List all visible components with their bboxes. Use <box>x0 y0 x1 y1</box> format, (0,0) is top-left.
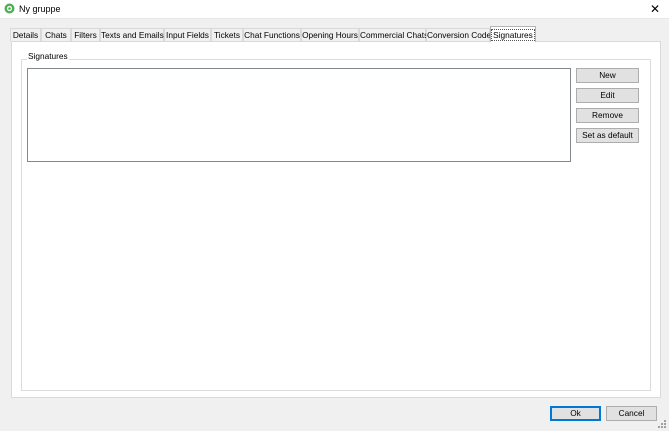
tab-chat-functions[interactable]: Chat Functions <box>243 28 301 41</box>
new-signature-button[interactable]: New <box>576 68 639 83</box>
dialog-window: Ny gruppe ✕ Details Chats Filters Texts … <box>0 0 669 431</box>
window-title: Ny gruppe <box>19 4 61 14</box>
title-bar[interactable]: Ny gruppe ✕ <box>0 0 669 19</box>
ok-button[interactable]: Ok <box>550 406 601 421</box>
cancel-button[interactable]: Cancel <box>606 406 657 421</box>
tab-details[interactable]: Details <box>10 28 41 41</box>
app-logo-icon <box>4 3 15 14</box>
tab-commercial-chats[interactable]: Commercial Chats <box>359 28 428 41</box>
close-button[interactable]: ✕ <box>641 0 669 18</box>
close-icon: ✕ <box>649 2 661 16</box>
tab-chats[interactable]: Chats <box>41 28 71 41</box>
tab-texts-and-emails[interactable]: Texts and Emails <box>100 28 164 41</box>
remove-signature-button[interactable]: Remove <box>576 108 639 123</box>
signatures-listbox[interactable] <box>27 68 571 162</box>
tab-opening-hours[interactable]: Opening Hours <box>301 28 359 41</box>
resize-grip-icon[interactable] <box>657 419 667 429</box>
set-as-default-button[interactable]: Set as default <box>576 128 639 143</box>
signatures-group-label: Signatures <box>27 50 69 62</box>
tab-filters[interactable]: Filters <box>71 28 100 41</box>
tab-input-fields[interactable]: Input Fields <box>164 28 211 41</box>
edit-signature-button[interactable]: Edit <box>576 88 639 103</box>
tab-signatures[interactable]: Signatures <box>490 26 536 42</box>
tab-conversion-code[interactable]: Conversion Code <box>426 28 491 41</box>
tab-tickets[interactable]: Tickets <box>211 28 243 41</box>
